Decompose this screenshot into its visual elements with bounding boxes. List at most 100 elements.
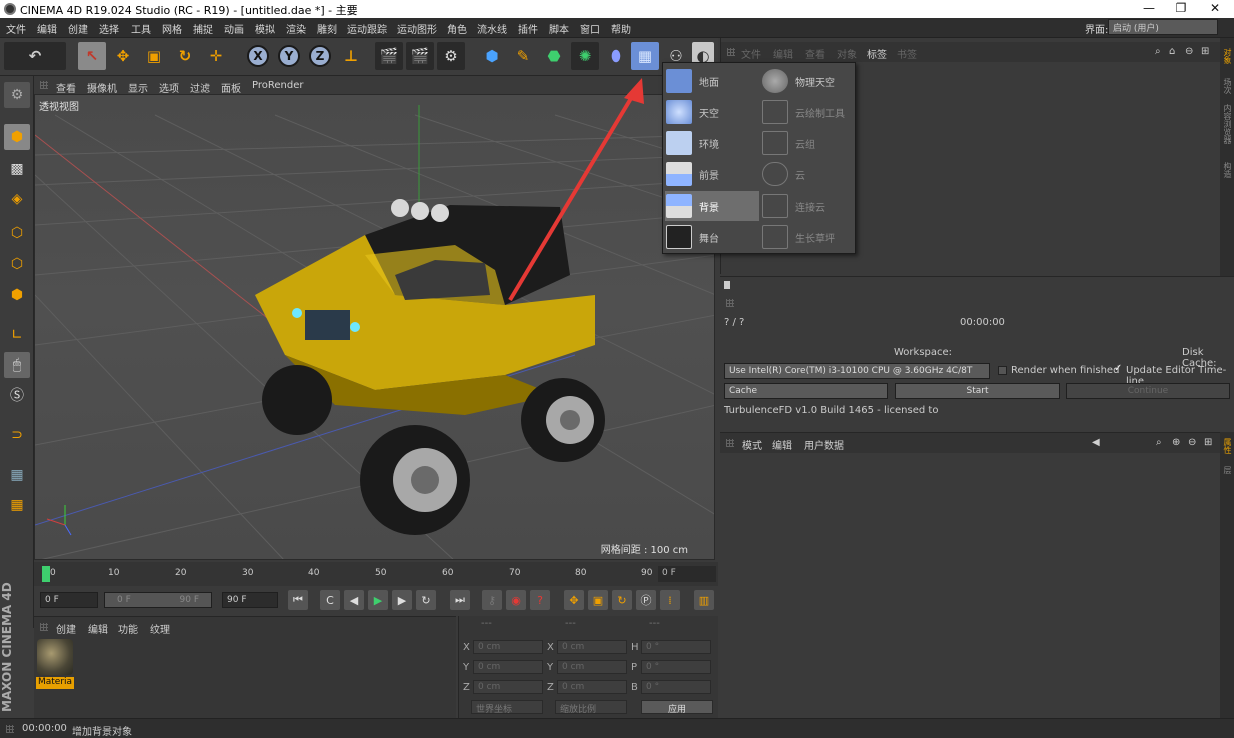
workplane-lock-icon[interactable]: ▦	[4, 462, 30, 488]
end-frame-field[interactable]: 90 F	[222, 592, 278, 608]
restore-button[interactable]: ❐	[1166, 0, 1196, 18]
position-x-field[interactable]: 0 cm	[473, 640, 543, 654]
material-menu-texture[interactable]: 纹理	[150, 621, 170, 636]
texture-mode-icon[interactable]: ▩	[4, 156, 30, 182]
dropdown-item-stage[interactable]: 舞台	[663, 223, 719, 251]
dropdown-item-environment[interactable]: 环境	[663, 129, 719, 157]
objmgr-menu-tags[interactable]: 标签	[867, 46, 887, 61]
dropdown-item-grass[interactable]: 生长草坪	[759, 223, 835, 251]
tab-content-browser[interactable]: 内容浏览器	[1221, 104, 1233, 144]
attr-menu-edit[interactable]: 编辑	[772, 437, 792, 452]
menu-animate[interactable]: 动画	[224, 21, 244, 36]
menu-character[interactable]: 角色	[447, 21, 467, 36]
interface-select[interactable]: 启动 (用户)	[1108, 19, 1218, 35]
autokey-icon[interactable]: ◉	[506, 590, 526, 610]
viewport-menu-view[interactable]: 查看	[56, 80, 76, 95]
snap-icon[interactable]: Ⓢ	[4, 382, 30, 408]
material-thumbnail[interactable]	[37, 639, 73, 675]
dropdown-item-physical-sky[interactable]: 物理天空	[759, 67, 835, 95]
search-icon[interactable]: ⌕	[1156, 437, 1162, 448]
tab-layers[interactable]: 层	[1221, 466, 1233, 474]
menu-select[interactable]: 选择	[99, 21, 119, 36]
material-menu-function[interactable]: 功能	[118, 621, 138, 636]
cache-select[interactable]: Cache	[724, 383, 888, 399]
dropdown-item-cloud-group[interactable]: 云组	[759, 129, 815, 157]
timeline-ruler[interactable]: 0 10 20 30 40 50 60 70 80 90 0 F	[34, 562, 718, 586]
menu-mesh[interactable]: 网格	[162, 21, 182, 36]
position-z-field[interactable]: 0 cm	[473, 680, 543, 694]
continue-button[interactable]: Continue	[1066, 383, 1230, 399]
rotate-tool-icon[interactable]: ↻	[171, 42, 199, 70]
position-y-field[interactable]: 0 cm	[473, 660, 543, 674]
recent-tool-icon[interactable]: ✛	[202, 42, 230, 70]
checkmark-icon[interactable]: ✓	[1114, 363, 1122, 374]
axis-mode-icon[interactable]: ∟	[4, 322, 30, 348]
size-y-field[interactable]: 0 cm	[557, 660, 627, 674]
key-pla-icon[interactable]: ⁞	[660, 590, 680, 610]
cpu-select[interactable]: Use Intel(R) Core(TM) i3-10100 CPU @ 3.6…	[724, 363, 990, 379]
dropdown-item-sky[interactable]: 天空	[663, 98, 719, 126]
magnet-icon[interactable]: ⊃	[4, 422, 30, 448]
tab-attributes[interactable]: 属性	[1221, 438, 1233, 454]
start-button[interactable]: Start	[895, 383, 1060, 399]
menu-snap[interactable]: 捕捉	[193, 21, 213, 36]
objmgr-menu-objects[interactable]: 对象	[837, 46, 857, 61]
model-mode-icon[interactable]: ⬢	[4, 124, 30, 150]
go-to-start-icon[interactable]: ⏮	[288, 590, 308, 610]
menu-pipeline[interactable]: 流水线	[477, 21, 507, 36]
point-mode-icon[interactable]: ⬡	[4, 220, 30, 246]
menu-sculpt[interactable]: 雕刻	[317, 21, 337, 36]
record-keyframe-icon[interactable]: ⚷	[482, 590, 502, 610]
next-key-icon[interactable]: ↻	[416, 590, 436, 610]
viewport-menu-prorender[interactable]: ProRender	[252, 80, 303, 91]
menu-edit[interactable]: 编辑	[37, 21, 57, 36]
apply-button[interactable]: 应用	[641, 700, 713, 715]
play-icon[interactable]: ▶	[368, 590, 388, 610]
playhead[interactable]	[42, 566, 50, 582]
key-parameter-icon[interactable]: Ⓟ	[636, 590, 656, 610]
coordinate-system-icon[interactable]: ⊥	[337, 42, 365, 70]
viewport-menu-panel[interactable]: 面板	[221, 80, 241, 95]
render-picture-viewer-icon[interactable]: 🎬	[406, 42, 434, 70]
close-button[interactable]: ✕	[1200, 0, 1230, 18]
menu-file[interactable]: 文件	[6, 21, 26, 36]
viewport-menu-options[interactable]: 选项	[159, 80, 179, 95]
locked-workplane-icon[interactable]: ▦	[4, 492, 30, 518]
size-x-field[interactable]: 0 cm	[557, 640, 627, 654]
new-panel-icon[interactable]: ⊞	[1204, 437, 1212, 448]
timeline-window-icon[interactable]: ▥	[694, 590, 714, 610]
axis-z-button[interactable]: Z	[306, 42, 334, 70]
dropdown-item-cloud[interactable]: 云	[759, 160, 805, 188]
history-icon[interactable]: ⊖	[1188, 437, 1196, 448]
material-name[interactable]: Materia	[36, 677, 74, 689]
viewport-menu-filter[interactable]: 过滤	[190, 80, 210, 95]
dropdown-item-floor[interactable]: 地面	[663, 67, 719, 95]
edge-mode-icon[interactable]: ⬡	[4, 251, 30, 277]
scale-tool-icon[interactable]: ▣	[140, 42, 168, 70]
tab-objects[interactable]: 对象	[1221, 48, 1233, 64]
menu-simulate[interactable]: 模拟	[255, 21, 275, 36]
size-mode-select[interactable]: 缩放比例	[555, 700, 627, 715]
rotation-b-field[interactable]: 0 °	[641, 680, 711, 694]
axis-x-button[interactable]: X	[244, 42, 272, 70]
rotation-h-field[interactable]: 0 °	[641, 640, 711, 654]
select-tool-button[interactable]: ↖	[78, 42, 106, 70]
material-menu-edit[interactable]: 编辑	[88, 621, 108, 636]
search-icon[interactable]: ⌕	[1155, 46, 1161, 57]
undo-button[interactable]: ↶	[4, 42, 66, 70]
objmgr-menu-bookmarks[interactable]: 书签	[897, 46, 917, 61]
keyframe-selection-icon[interactable]: ?	[530, 590, 550, 610]
menu-window[interactable]: 窗口	[580, 21, 600, 36]
menu-script[interactable]: 脚本	[549, 21, 569, 36]
move-tool-icon[interactable]: ✥	[109, 42, 137, 70]
viewport-menu-camera[interactable]: 摄像机	[87, 80, 117, 95]
objmgr-menu-edit[interactable]: 编辑	[773, 46, 793, 61]
objmgr-menu-file[interactable]: 文件	[741, 46, 761, 61]
coord-system-select[interactable]: 世界坐标	[471, 700, 543, 715]
go-to-end-icon[interactable]: ⏭	[450, 590, 470, 610]
lock-icon[interactable]: ⊕	[1172, 437, 1180, 448]
attr-menu-user-data[interactable]: 用户数据	[804, 437, 844, 452]
key-scale-icon[interactable]: ▣	[588, 590, 608, 610]
material-menu-create[interactable]: 创建	[56, 621, 76, 636]
menu-motion-tracking[interactable]: 运动跟踪	[347, 21, 387, 36]
